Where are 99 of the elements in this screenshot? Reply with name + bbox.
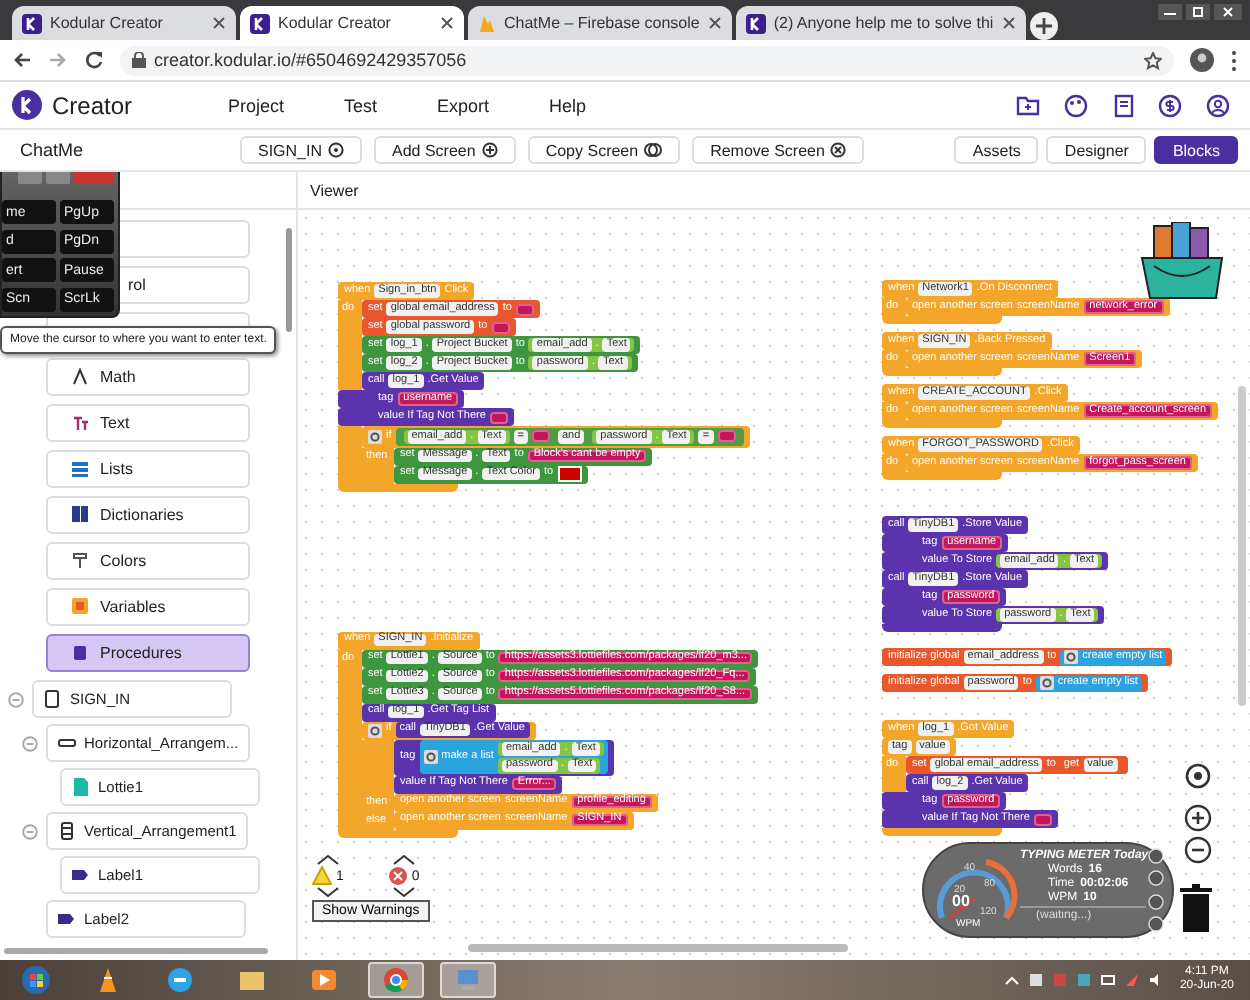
palette-item[interactable]: Lists xyxy=(46,450,250,488)
flame-icon xyxy=(478,13,496,33)
browser-tab[interactable]: ChatMe – Firebase console xyxy=(468,6,732,40)
palette-label: Variables xyxy=(100,598,166,616)
k-logo-icon xyxy=(12,90,42,120)
dollar-icon[interactable] xyxy=(1158,93,1182,117)
scrollbar[interactable] xyxy=(286,228,292,332)
remove-circle-icon xyxy=(830,142,847,158)
k-logo-icon xyxy=(745,13,766,33)
star-icon[interactable] xyxy=(1144,51,1162,69)
zoom-out-icon[interactable] xyxy=(1184,836,1212,864)
lock-icon xyxy=(132,52,146,68)
menu-item[interactable]: Project xyxy=(228,95,285,115)
math-icon xyxy=(72,368,88,386)
app-logo-text: Creator xyxy=(52,91,133,119)
palette-label: Lists xyxy=(100,460,133,478)
trash-icon[interactable] xyxy=(1180,884,1212,932)
start-orb-icon[interactable] xyxy=(22,966,50,994)
palette-label: Colors xyxy=(100,552,147,570)
restore-icon[interactable] xyxy=(1186,4,1210,20)
gear-icon[interactable] xyxy=(1039,676,1054,690)
scrollbar[interactable] xyxy=(4,948,268,954)
palette-label: Math xyxy=(100,368,136,386)
horizontal-layout-icon xyxy=(58,734,76,752)
paint-roller-icon xyxy=(72,552,88,570)
scrollbar[interactable] xyxy=(468,944,848,952)
gear-icon[interactable] xyxy=(368,723,382,737)
play-icon[interactable] xyxy=(310,966,338,994)
book-icon xyxy=(72,506,88,524)
browser-tab[interactable]: (2) Anyone help me to solve thi xyxy=(735,6,1026,40)
close-icon[interactable] xyxy=(212,16,226,30)
view-tab[interactable]: Blocks xyxy=(1154,136,1238,164)
speaker-icon[interactable] xyxy=(1147,972,1164,988)
list-icon xyxy=(72,460,88,478)
reload-icon[interactable] xyxy=(84,50,104,70)
up-caret-icon[interactable] xyxy=(1003,972,1020,988)
color-block[interactable] xyxy=(557,466,582,482)
menu-item[interactable]: Export xyxy=(437,95,490,115)
user-icon[interactable] xyxy=(1206,93,1230,117)
folder-icon[interactable] xyxy=(1016,93,1040,115)
url-text: creator.kodular.io/#6504692429357056 xyxy=(154,50,467,70)
document-icon[interactable] xyxy=(1112,93,1134,117)
toolbar-button[interactable]: Add Screen xyxy=(374,136,516,164)
toolbar-button[interactable]: Copy Screen xyxy=(527,136,681,164)
plus-circle-icon xyxy=(481,142,498,158)
browser-tab[interactable]: Kodular Creator xyxy=(12,6,236,40)
gear-icon[interactable] xyxy=(1064,650,1079,664)
view-tab[interactable]: Designer xyxy=(1046,136,1147,164)
project-name: ChatMe xyxy=(20,140,86,160)
view-tab[interactable]: Assets xyxy=(954,136,1039,164)
k-logo-icon xyxy=(22,13,42,33)
close-icon[interactable] xyxy=(707,16,722,30)
close-icon[interactable] xyxy=(1001,16,1016,30)
scrollbar[interactable] xyxy=(1238,386,1246,706)
clipboard-icon xyxy=(72,644,88,662)
chevron-circle-icon xyxy=(328,142,345,158)
palette-label: Procedures xyxy=(100,644,182,662)
palette-item[interactable]: Procedures xyxy=(46,634,250,672)
variable-icon xyxy=(72,598,88,616)
screen-dropdown[interactable]: SIGN_IN xyxy=(240,136,363,164)
close-icon[interactable] xyxy=(440,16,454,30)
menu-item[interactable]: Test xyxy=(344,95,378,115)
address-bar[interactable]: creator.kodular.io/#6504692429357056 xyxy=(120,45,1174,75)
chrome-icon[interactable] xyxy=(382,966,410,994)
phone-icon xyxy=(44,690,62,708)
palette-item[interactable]: Colors xyxy=(46,542,250,580)
k-logo-icon xyxy=(250,13,270,33)
backpack-drawing xyxy=(1138,222,1226,302)
palette-label: Text xyxy=(100,414,130,432)
gear-icon[interactable] xyxy=(368,429,382,444)
tag-icon xyxy=(58,910,76,928)
error-icon xyxy=(387,866,408,886)
target-icon[interactable] xyxy=(1184,762,1212,790)
palette-label: Dictionaries xyxy=(100,506,184,524)
file-icon xyxy=(72,778,90,796)
palette-item[interactable]: Math xyxy=(46,358,250,396)
vertical-layout-icon xyxy=(58,822,76,840)
palette-label: rol xyxy=(128,276,146,294)
copy-icon xyxy=(644,142,663,158)
new-tab-icon[interactable] xyxy=(1029,12,1058,40)
toolbar-button[interactable]: Remove Screen xyxy=(692,136,865,164)
menu-icon[interactable] xyxy=(1230,49,1238,71)
warning-icon xyxy=(312,866,332,886)
traffic-cone-icon[interactable] xyxy=(94,966,122,994)
close-icon[interactable] xyxy=(1214,4,1242,20)
back-icon[interactable] xyxy=(12,50,32,70)
folder-icon[interactable] xyxy=(238,966,266,994)
tag-icon xyxy=(72,866,90,884)
panel-title: Viewer xyxy=(310,181,359,199)
palette-item[interactable]: Text xyxy=(46,404,250,442)
avatar-icon[interactable] xyxy=(1190,48,1214,72)
palette-item[interactable]: Dictionaries xyxy=(46,496,250,534)
gauge-reading: 00 xyxy=(952,892,970,910)
text-icon xyxy=(72,414,88,432)
palette-item[interactable]: Variables xyxy=(46,588,250,626)
browser-tab[interactable]: Kodular Creator xyxy=(240,6,464,40)
zoom-in-icon[interactable] xyxy=(1184,804,1212,832)
menu-item[interactable]: Help xyxy=(549,95,587,115)
gear-icon[interactable] xyxy=(423,750,438,764)
